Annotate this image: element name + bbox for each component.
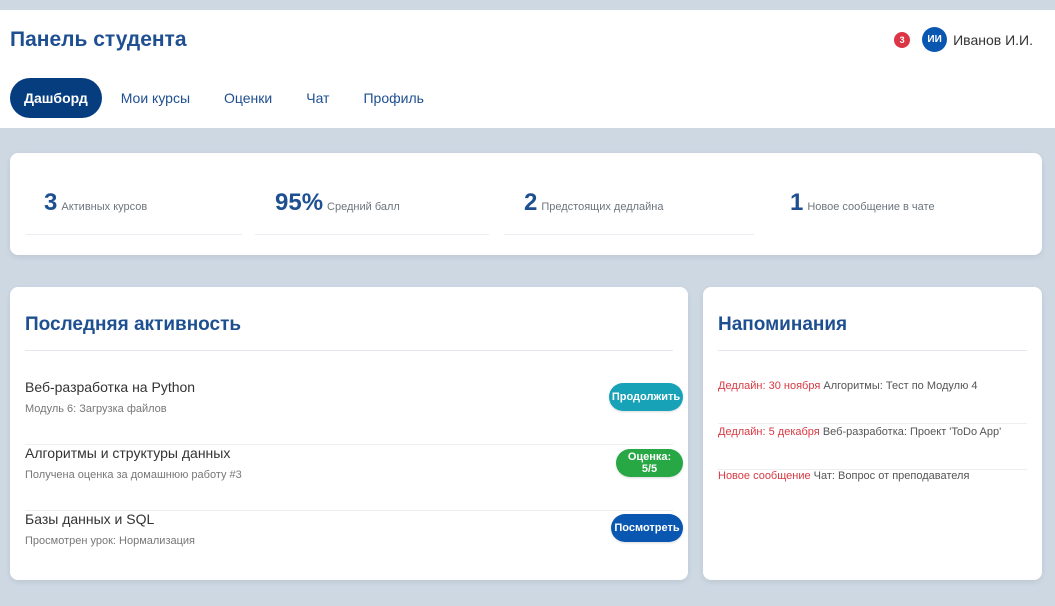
reminder-tag: Новое сообщение: [718, 470, 814, 482]
reminder-item[interactable]: Дедлайн: 5 декабря Веб-разработка: Проек…: [718, 426, 1027, 470]
reminder-item[interactable]: Новое сообщение Чат: Вопрос от преподава…: [718, 470, 1027, 514]
activity-item-subtitle: Модуль 6: Загрузка файлов: [25, 403, 167, 415]
activity-item: Веб-разработка на Python Модуль 6: Загру…: [25, 379, 683, 445]
tab-profile[interactable]: Профиль: [348, 78, 438, 118]
divider: [25, 350, 673, 351]
stat-label: Новое сообщение в чате: [807, 201, 935, 213]
stat-active-courses: 3 Активных курсов: [26, 189, 242, 235]
tab-grades[interactable]: Оценки: [209, 78, 287, 118]
stat-deadlines: 2 Предстоящих дедлайна: [504, 189, 754, 235]
activity-item-subtitle: Просмотрен урок: Нормализация: [25, 535, 196, 547]
reminder-item[interactable]: Дедлайн: 30 ноября Алгоритмы: Тест по Мо…: [718, 380, 1027, 424]
activity-item-subtitle: Получена оценка за домашнюю работу #3: [25, 469, 242, 481]
stat-label: Предстоящих дедлайна: [541, 201, 664, 213]
stat-label: Средний балл: [327, 201, 400, 213]
divider: [718, 350, 1027, 351]
stats-card: 3 Активных курсов 95% Средний балл 2 Пре…: [10, 153, 1042, 255]
view-button[interactable]: Посмотреть: [611, 514, 683, 542]
reminder-tag: Дедлайн: 5 декабря: [718, 426, 823, 438]
stat-value: 1: [790, 189, 804, 216]
reminder-text: Алгоритмы: Тест по Модулю 4: [823, 380, 978, 392]
reminders-title: Напоминания: [718, 314, 848, 335]
reminder-tag: Дедлайн: 30 ноября: [718, 380, 824, 392]
top-bar: Панель студента 3 ИИ Иванов И.И. Дашборд…: [0, 10, 1055, 128]
grade-button[interactable]: Оценка: 5/5: [616, 449, 683, 477]
user-area[interactable]: 3 ИИ Иванов И.И.: [894, 27, 1033, 52]
page-title: Панель студента: [10, 28, 187, 51]
avatar[interactable]: ИИ: [922, 27, 948, 52]
stat-value: 95%: [275, 189, 324, 216]
tab-chat[interactable]: Чат: [291, 78, 344, 118]
activity-item: Базы данных и SQL Просмотрен урок: Норма…: [25, 511, 683, 577]
user-name[interactable]: Иванов И.И.: [953, 32, 1033, 48]
tab-my-courses[interactable]: Мои курсы: [106, 78, 205, 118]
activity-item-title: Базы данных и SQL: [25, 511, 155, 527]
stat-value: 2: [524, 189, 538, 216]
stat-messages: 1 Новое сообщение в чате: [770, 189, 1026, 235]
main-nav: Дашборд Мои курсы Оценки Чат Профиль: [10, 78, 443, 118]
reminder-text: Веб-разработка: Проект 'ToDo App': [822, 426, 1002, 438]
stat-label: Активных курсов: [61, 201, 148, 213]
activity-item-title: Веб-разработка на Python: [25, 379, 196, 395]
reminder-text: Чат: Вопрос от преподавателя: [813, 470, 970, 482]
stat-value: 3: [44, 189, 58, 216]
stat-average-grade: 95% Средний балл: [255, 189, 489, 235]
activity-title: Последняя активность: [25, 314, 242, 335]
activity-item: Алгоритмы и структуры данных Получена оц…: [25, 445, 683, 511]
recent-activity-card: Последняя активность Веб-разработка на P…: [10, 287, 688, 580]
continue-button[interactable]: Продолжить: [609, 383, 683, 411]
notification-badge[interactable]: 3: [894, 31, 911, 48]
activity-item-title: Алгоритмы и структуры данных: [25, 445, 231, 461]
reminders-card: Напоминания Дедлайн: 30 ноября Алгоритмы…: [703, 287, 1042, 580]
tab-dashboard[interactable]: Дашборд: [10, 78, 102, 118]
